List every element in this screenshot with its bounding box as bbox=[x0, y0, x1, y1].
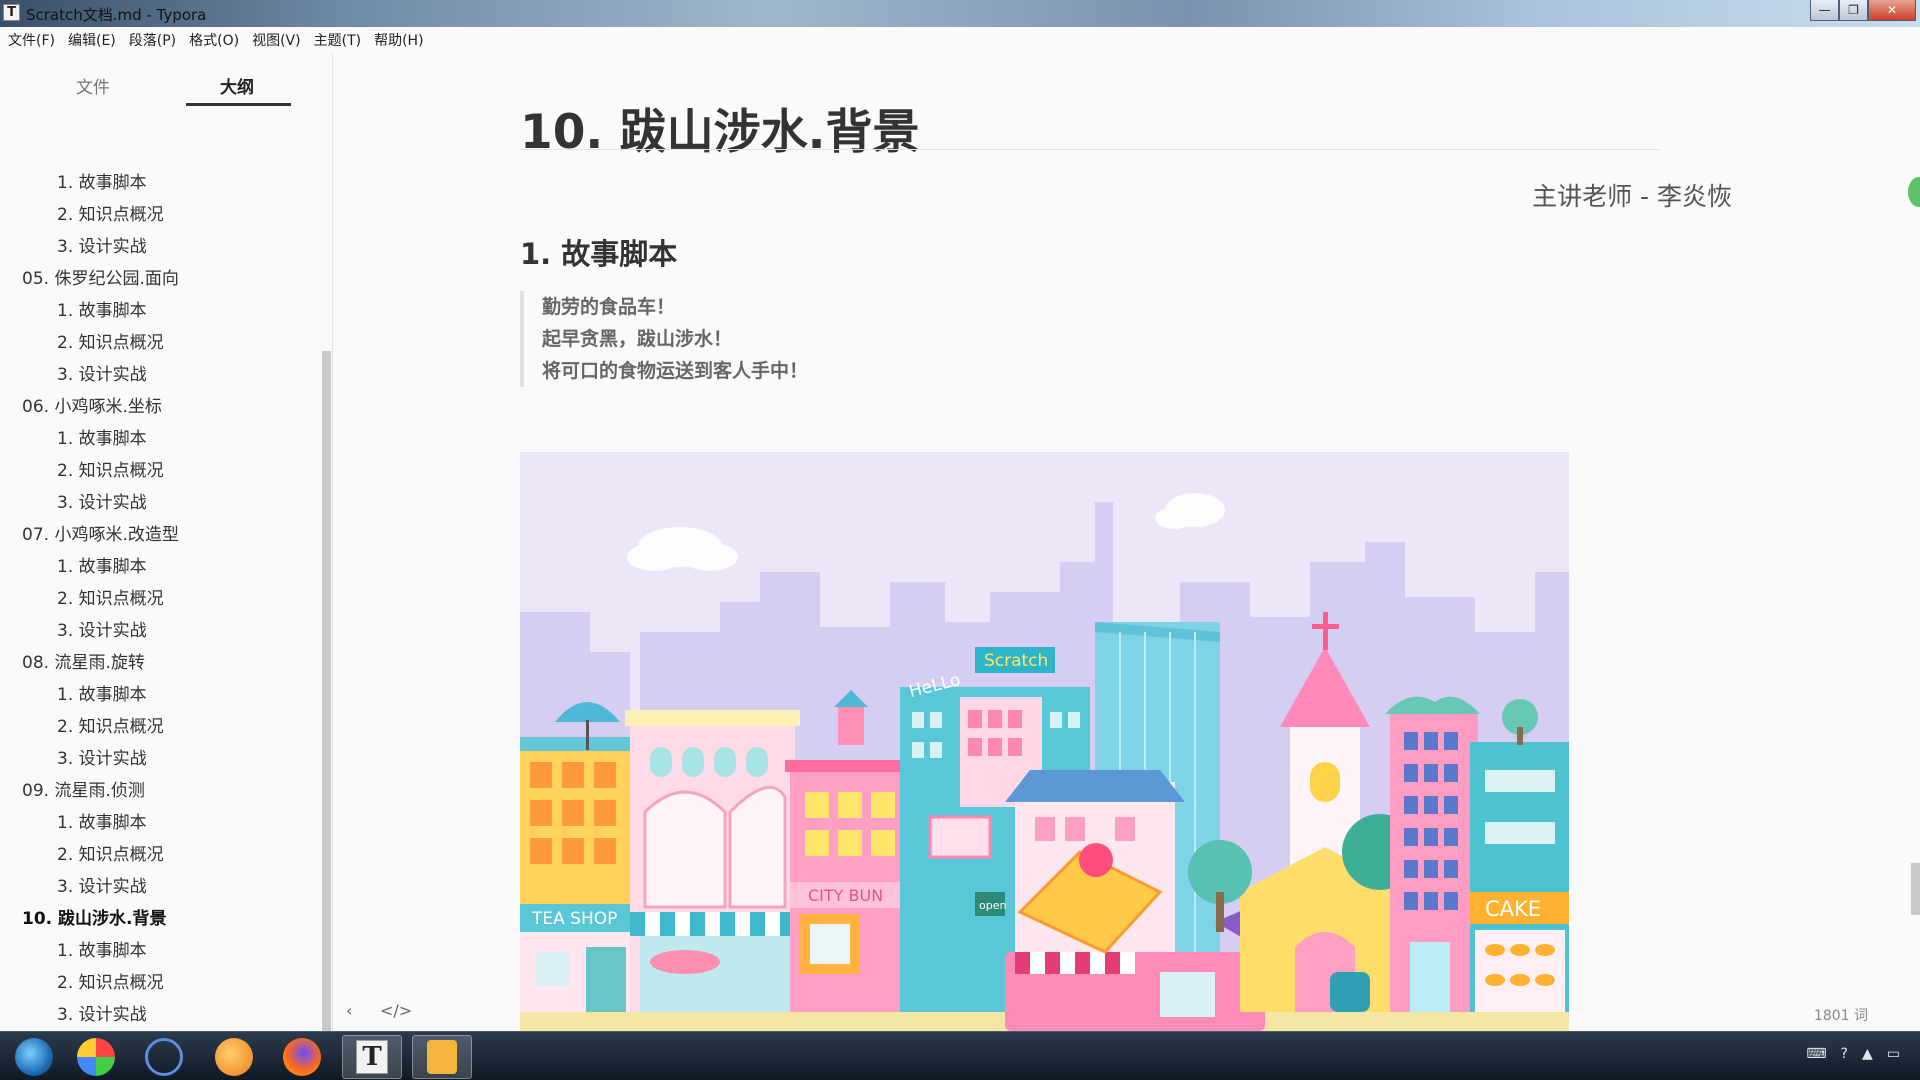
menu-bar: 文件(F) 编辑(E) 段落(P) 格式(O) 视图(V) 主题(T) 帮助(H… bbox=[0, 27, 1920, 53]
tab-outline[interactable]: 大纲 bbox=[220, 73, 254, 98]
outline-item-section[interactable]: 3. 设计实战 bbox=[57, 360, 147, 385]
menu-view[interactable]: 视图(V) bbox=[252, 30, 301, 50]
word-count[interactable]: 1801 词 bbox=[1814, 1005, 1868, 1025]
side-indicator bbox=[1908, 177, 1920, 207]
outline-item-section[interactable]: 1. 故事脚本 bbox=[57, 424, 147, 449]
source-code-mode-button[interactable]: </> bbox=[380, 1001, 412, 1020]
outline-item-section[interactable]: 3. 设计实战 bbox=[57, 616, 147, 641]
notes-app-icon bbox=[427, 1040, 457, 1074]
checkmark-icon bbox=[145, 1038, 183, 1076]
quote-line: 勤劳的食品车！ bbox=[542, 296, 676, 318]
city-bun-sign: CITY BUN bbox=[808, 886, 883, 905]
outline-item-section[interactable]: 3. 设计实战 bbox=[57, 1000, 147, 1025]
taskbar-app-firefox[interactable] bbox=[272, 1035, 332, 1079]
outline-item-section[interactable]: 1. 故事脚本 bbox=[57, 168, 147, 193]
teacher-line: 主讲老师 - 李炎恢 bbox=[1532, 182, 1732, 211]
toggle-sidebar-button[interactable]: ‹ bbox=[346, 1001, 352, 1020]
outline-item-section[interactable]: 3. 设计实战 bbox=[57, 872, 147, 897]
tea-shop-sign: TEA SHOP bbox=[531, 909, 617, 929]
editor-area[interactable]: 10. 跋山涉水.背景 主讲老师 - 李炎恢 1. 故事脚本 勤劳的食品车！ 起… bbox=[334, 53, 1920, 1031]
outline-item-chapter[interactable]: 08. 流星雨.旋转 bbox=[22, 648, 145, 673]
outline-item-section[interactable]: 2. 知识点概况 bbox=[57, 968, 164, 993]
minimize-button[interactable]: — bbox=[1810, 0, 1839, 21]
outline-item-section[interactable]: 1. 故事脚本 bbox=[57, 552, 147, 577]
tab-files[interactable]: 文件 bbox=[76, 73, 110, 98]
help-icon[interactable]: ? bbox=[1841, 1046, 1848, 1062]
outline-item-section[interactable]: 3. 设计实战 bbox=[57, 232, 147, 257]
outline-item-section[interactable]: 2. 知识点概况 bbox=[57, 328, 164, 353]
taskbar-app-orange[interactable] bbox=[204, 1035, 264, 1079]
taskbar-app-notes[interactable] bbox=[412, 1035, 472, 1079]
outline-item-section[interactable]: 1. 故事脚本 bbox=[57, 680, 147, 705]
city-illustration-svg: TEA SHOP CITY BUN Scratch HeLLo open CAK… bbox=[520, 452, 1569, 1031]
active-tab-indicator bbox=[186, 103, 291, 106]
maximize-button[interactable]: ❐ bbox=[1839, 0, 1868, 21]
taskbar: T bbox=[0, 1031, 1920, 1080]
menu-format[interactable]: 格式(O) bbox=[189, 30, 239, 50]
outline-item-section[interactable]: 1. 故事脚本 bbox=[57, 936, 147, 961]
keyboard-icon[interactable]: ⌨ bbox=[1806, 1046, 1826, 1062]
taskbar-app-pinwheel[interactable] bbox=[66, 1035, 126, 1079]
outline-item-section[interactable]: 2. 知识点概况 bbox=[57, 712, 164, 737]
taskbar-app-typora[interactable]: T bbox=[342, 1035, 402, 1079]
outline-item-section[interactable]: 1. 故事脚本 bbox=[57, 808, 147, 833]
cake-sign: CAKE bbox=[1485, 897, 1541, 921]
orange-app-icon bbox=[215, 1038, 253, 1076]
document-heading-1: 10. 跋山涉水.背景 bbox=[520, 105, 920, 160]
windows-orb-icon bbox=[15, 1038, 53, 1076]
outline-item-section[interactable]: 1. 故事脚本 bbox=[57, 296, 147, 321]
start-button[interactable] bbox=[4, 1035, 64, 1079]
outline-item-chapter[interactable]: 05. 侏罗纪公园.面向 bbox=[22, 264, 179, 289]
pinwheel-icon bbox=[77, 1038, 115, 1076]
show-hidden-icons-icon[interactable]: ▲ bbox=[1862, 1046, 1873, 1062]
system-tray: ⌨ ? ▲ ▭ bbox=[1806, 1046, 1900, 1062]
menu-file[interactable]: 文件(F) bbox=[8, 30, 55, 50]
outline-item-chapter[interactable]: 09. 流星雨.侦测 bbox=[22, 776, 145, 801]
scratch-sign: Scratch bbox=[984, 651, 1048, 671]
window-title: Scratch文档.md - Typora bbox=[26, 6, 207, 24]
typora-app-icon: T bbox=[3, 4, 20, 21]
sidebar-scrollbar[interactable] bbox=[322, 351, 331, 1031]
outline-item-chapter[interactable]: 10. 跋山涉水.背景 bbox=[22, 904, 167, 929]
open-sign: open bbox=[979, 899, 1006, 912]
outline-item-chapter[interactable]: 07. 小鸡啄米.改造型 bbox=[22, 520, 179, 545]
editor-scrollbar[interactable] bbox=[1911, 863, 1920, 915]
heading-divider bbox=[520, 149, 1660, 150]
close-button[interactable]: ✕ bbox=[1868, 0, 1916, 21]
menu-paragraph[interactable]: 段落(P) bbox=[129, 30, 176, 50]
quote-line: 将可口的食物运送到客人手中！ bbox=[542, 360, 809, 382]
outline-item-section[interactable]: 3. 设计实战 bbox=[57, 488, 147, 513]
outline-item-section[interactable]: 2. 知识点概况 bbox=[57, 456, 164, 481]
outline-item-section[interactable]: 2. 知识点概况 bbox=[57, 840, 164, 865]
firefox-icon bbox=[283, 1038, 321, 1076]
typora-icon: T bbox=[356, 1040, 388, 1074]
taskbar-app-checkmark[interactable] bbox=[134, 1035, 194, 1079]
show-desktop-icon[interactable]: ▭ bbox=[1887, 1046, 1900, 1062]
blockquote: 勤劳的食品车！ 起早贪黑，跋山涉水！ 将可口的食物运送到客人手中！ bbox=[520, 291, 808, 387]
sidebar-tabs: 文件 大纲 bbox=[0, 53, 332, 109]
outline-item-section[interactable]: 2. 知识点概况 bbox=[57, 200, 164, 225]
quote-line: 起早贪黑，跋山涉水！ bbox=[542, 328, 733, 350]
outline-item-chapter[interactable]: 06. 小鸡啄米.坐标 bbox=[22, 392, 162, 417]
city-illustration: TEA SHOP CITY BUN Scratch HeLLo open CAK… bbox=[520, 452, 1569, 1031]
menu-theme[interactable]: 主题(T) bbox=[314, 30, 361, 50]
sidebar: 文件 大纲 1. 故事脚本 2. 知识点概况 3. 设计实战 05. 侏罗纪公园.面向… bbox=[0, 53, 333, 1031]
outline-item-section[interactable]: 3. 设计实战 bbox=[57, 744, 147, 769]
title-bar: T Scratch文档.md - Typora — ❐ ✕ bbox=[0, 0, 1920, 27]
typora-window: T Scratch文档.md - Typora — ❐ ✕ 文件(F) 编辑(E… bbox=[0, 0, 1920, 1080]
menu-edit[interactable]: 编辑(E) bbox=[68, 30, 116, 50]
outline-item-section[interactable]: 2. 知识点概况 bbox=[57, 584, 164, 609]
document-heading-2: 1. 故事脚本 bbox=[520, 237, 678, 271]
menu-help[interactable]: 帮助(H) bbox=[374, 30, 423, 50]
